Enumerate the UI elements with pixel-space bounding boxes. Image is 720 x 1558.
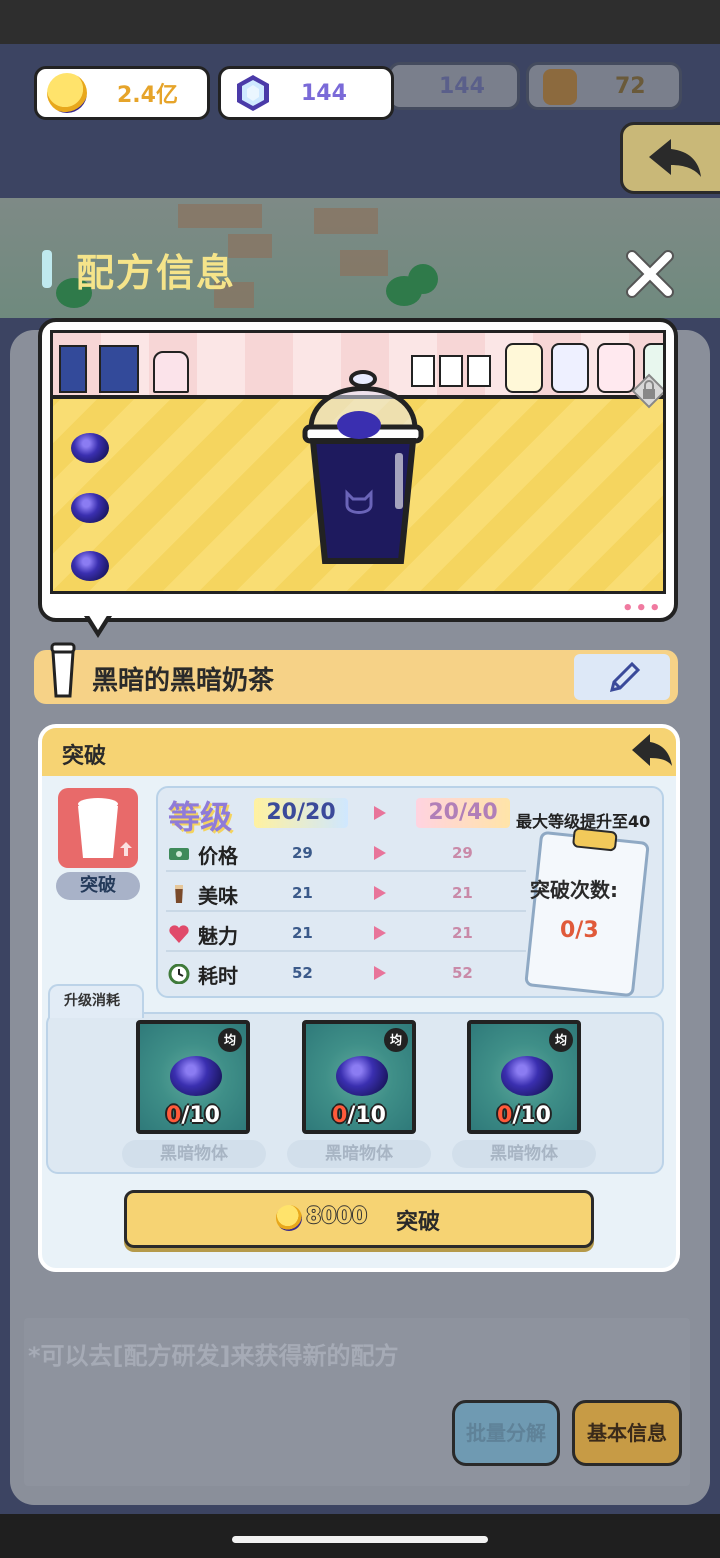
preview-scene (50, 330, 666, 594)
dark-orb-icon (501, 1056, 553, 1096)
stat-row-taste: 美味 21 21 (166, 874, 526, 912)
material-slot[interactable]: 均 0/10 (302, 1020, 416, 1134)
cup-upgrade-icon (78, 798, 132, 858)
card-title: 突破 (62, 744, 107, 769)
arrow-icon (374, 806, 386, 820)
heart-icon (169, 925, 189, 943)
coin-icon (276, 1205, 302, 1231)
material-name: 黑暗物体 (452, 1140, 596, 1168)
gold-counter[interactable]: 2.4亿 (34, 66, 210, 120)
drink-icon (175, 885, 183, 903)
pencil-icon (609, 661, 641, 693)
basic-info-button[interactable]: 基本信息 (572, 1400, 682, 1466)
cup-label: 突破 (56, 872, 140, 900)
arrow-icon (374, 926, 386, 940)
back-arrow-icon (649, 139, 701, 177)
material-slot[interactable]: 均 0/10 (467, 1020, 581, 1134)
lock-icon[interactable] (631, 373, 666, 409)
home-indicator[interactable] (232, 1536, 488, 1543)
dim-gem-counter: 144 (388, 62, 520, 110)
stat-row-time: 耗时 52 52 (166, 954, 526, 992)
hint-text: *可以去[配方研发]来获得新的配方 (28, 1342, 399, 1370)
recipe-preview (38, 318, 678, 622)
level-current: 20/20 (254, 798, 348, 828)
material-badge: 均 (384, 1028, 408, 1052)
material-slot[interactable]: 均 0/10 (136, 1020, 250, 1134)
material-badge: 均 (218, 1028, 242, 1052)
level-new: 20/40 (416, 798, 510, 828)
money-icon (169, 848, 189, 860)
dialog-title: 配方信息 (76, 251, 237, 295)
material-name: 黑暗物体 (287, 1140, 431, 1168)
milk-tea-cup (302, 370, 424, 564)
batch-decompose-button[interactable]: 批量分解 (452, 1400, 560, 1466)
stat-row-price: 价格 29 29 (166, 834, 526, 872)
title-accent (42, 250, 52, 288)
clock-icon (168, 964, 190, 984)
card-header (42, 728, 676, 776)
arrow-icon (374, 886, 386, 900)
close-icon[interactable] (624, 248, 676, 300)
dark-orb-icon (71, 433, 109, 463)
breakthrough-button-label: 突破 (396, 1210, 441, 1235)
dark-orb-icon (336, 1056, 388, 1096)
stat-row-charm: 魅力 21 21 (166, 914, 526, 952)
clipboard-clip (571, 827, 618, 852)
recipe-name: 黑暗的黑暗奶茶 (92, 666, 275, 696)
material-count: 0/10 (166, 1103, 220, 1128)
speech-tail-inner (88, 614, 108, 630)
dark-orb-icon (71, 551, 109, 581)
cup-icon (50, 642, 76, 698)
material-badge: 均 (549, 1028, 573, 1052)
material-count: 0/10 (332, 1103, 386, 1128)
material-count: 0/10 (497, 1103, 551, 1128)
breakthrough-cup-tile (58, 788, 138, 868)
top-back-button[interactable] (620, 122, 720, 194)
level-word: 等级 (168, 798, 233, 836)
breakthrough-cost: 8000 (306, 1204, 368, 1229)
dim-bag-counter: 72 (526, 62, 682, 110)
arrow-icon (374, 846, 386, 860)
rename-button[interactable] (574, 654, 670, 700)
bag-icon (543, 69, 577, 105)
gem-icon (237, 75, 269, 111)
breakthrough-count-value: 0/3 (560, 918, 599, 943)
coin-icon (47, 73, 87, 113)
dark-orb-icon (170, 1056, 222, 1096)
dark-orb-icon (71, 493, 109, 523)
breakthrough-count-title: 突破次数: (530, 878, 618, 902)
card-back-icon[interactable] (630, 732, 674, 768)
material-name: 黑暗物体 (122, 1140, 266, 1168)
cost-label: 升级消耗 (64, 993, 120, 1009)
status-bar (0, 0, 720, 44)
more-dots-icon[interactable]: ••• (622, 598, 663, 619)
gem-counter[interactable]: 144 (218, 66, 394, 120)
arrow-icon (374, 966, 386, 980)
clipboard (524, 827, 650, 998)
